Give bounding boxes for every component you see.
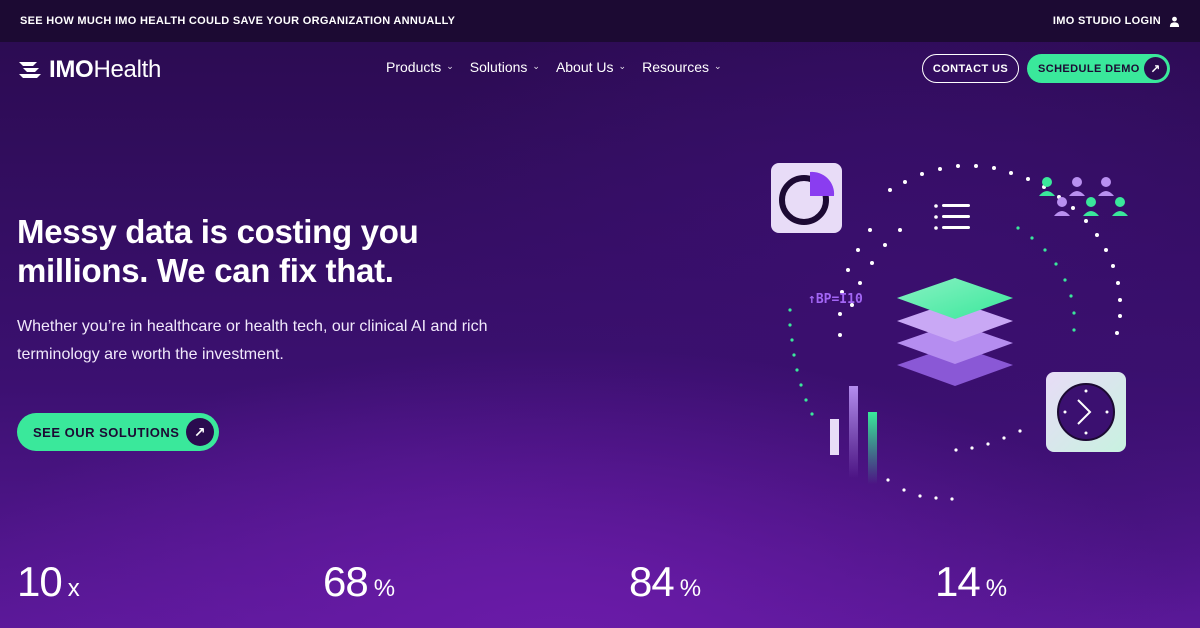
imo-studio-login-link[interactable]: IMO STUDIO LOGIN xyxy=(1053,15,1180,27)
see-our-solutions-button[interactable]: SEE OUR SOLUTIONS ↗ xyxy=(17,413,219,451)
imo-logo-icon xyxy=(19,62,41,78)
logo-imo-text: IMO xyxy=(49,56,94,83)
chevron-down-icon: ⌄ xyxy=(446,60,454,71)
nav-item-resources[interactable]: Resources ⌄ xyxy=(642,59,721,75)
stats-row: 10 x 68 % 84 % 14 % xyxy=(0,558,1200,618)
arrow-up-right-icon: ↗ xyxy=(186,418,214,446)
stat-value: 14 xyxy=(935,558,981,605)
login-label: IMO STUDIO LOGIN xyxy=(1052,15,1161,27)
nav-item-label: Solutions xyxy=(469,59,528,75)
chevron-down-icon: ⌄ xyxy=(714,60,722,71)
hero-subtitle: Whether you’re in healthcare or health t… xyxy=(17,318,488,363)
user-icon xyxy=(1169,16,1180,27)
stat-item: 84 % xyxy=(629,558,701,606)
chevron-down-icon: ⌄ xyxy=(532,60,540,71)
nav-item-label: About Us xyxy=(555,59,614,75)
schedule-demo-label: SCHEDULE DEMO xyxy=(1038,62,1140,75)
stat-value: 84 xyxy=(629,558,675,605)
stat-item: 14 % xyxy=(935,558,1007,606)
savings-promo-link[interactable]: SEE HOW MUCH IMO HEALTH COULD SAVE YOUR … xyxy=(20,15,455,27)
nav-item-label: Resources xyxy=(642,59,709,75)
people-group-icon xyxy=(1039,177,1128,216)
hero-illustration: ↑BP=I10 xyxy=(771,163,1128,501)
stat-value: 10 xyxy=(17,558,63,605)
bp-code-label: ↑BP=I10 xyxy=(808,292,863,307)
stat-unit: % xyxy=(985,575,1008,602)
stat-unit: x xyxy=(67,575,80,602)
contact-us-label: CONTACT US xyxy=(932,62,1009,75)
announcement-bar: SEE HOW MUCH IMO HEALTH COULD SAVE YOUR … xyxy=(0,0,1200,42)
pie-chart-tile xyxy=(771,163,842,233)
clock-tile xyxy=(1046,372,1126,452)
stat-unit: % xyxy=(373,575,396,602)
chevron-down-icon: ⌄ xyxy=(618,60,627,71)
schedule-demo-button[interactable]: SCHEDULE DEMO ↗ xyxy=(1027,54,1170,83)
list-icon xyxy=(934,204,970,230)
nav-item-solutions[interactable]: Solutions ⌄ xyxy=(470,59,540,75)
arrow-up-right-icon: ↗ xyxy=(1144,57,1167,80)
hero-title: Messy data is costing you millions. We c… xyxy=(17,213,419,289)
stat-unit: % xyxy=(679,575,702,602)
main-nav: IMOHealth Products ⌄ Solutions ⌄ About U… xyxy=(0,42,1200,98)
see-our-solutions-label: SEE OUR SOLUTIONS xyxy=(33,424,180,440)
stat-item: 10 x xyxy=(17,558,80,606)
nav-menu: Products ⌄ Solutions ⌄ About Us ⌄ Resour… xyxy=(386,59,722,75)
nav-item-label: Products xyxy=(386,59,442,75)
contact-us-button[interactable]: CONTACT US xyxy=(922,54,1019,83)
stat-item: 68 % xyxy=(323,558,395,606)
stat-value: 68 xyxy=(323,558,369,605)
bar-graph-icon xyxy=(830,386,877,484)
stacked-layers-icon xyxy=(897,278,1013,386)
nav-item-about-us[interactable]: About Us ⌄ xyxy=(556,59,626,75)
nav-item-products[interactable]: Products ⌄ xyxy=(386,59,454,75)
logo-health-text: Health xyxy=(93,56,162,83)
imo-health-logo[interactable]: IMOHealth xyxy=(17,56,161,84)
